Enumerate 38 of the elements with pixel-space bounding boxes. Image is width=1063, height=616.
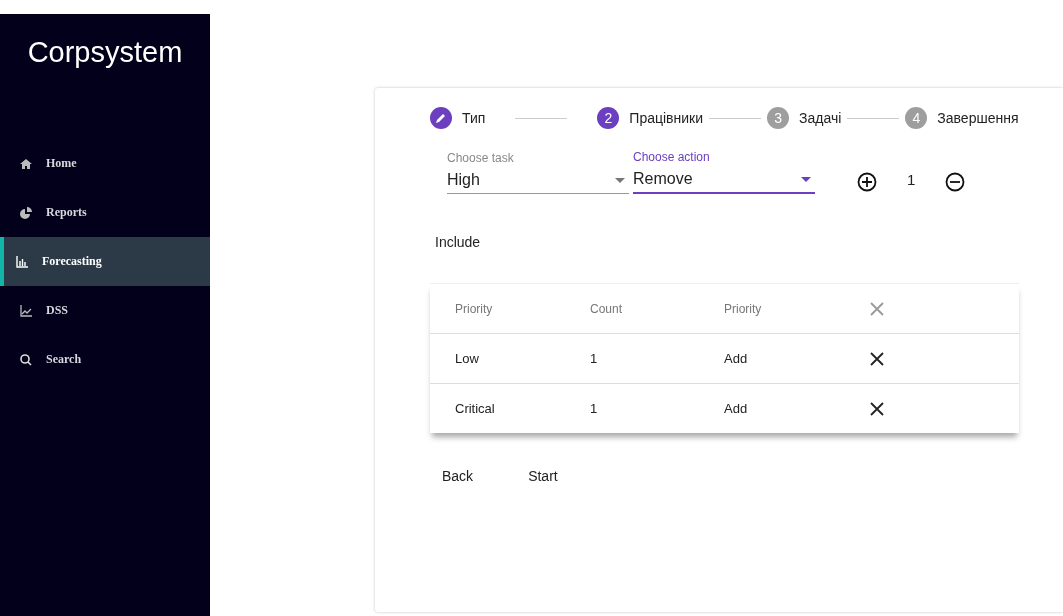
table-cell-text: Add xyxy=(724,351,749,366)
sidebar-item[interactable]: Forecasting xyxy=(0,237,210,286)
step[interactable]: 3 Задачі xyxy=(767,107,842,129)
back-button[interactable]: Back xyxy=(442,468,474,484)
add-button[interactable] xyxy=(855,170,879,194)
close-icon[interactable] xyxy=(870,351,884,366)
sidebar-item[interactable]: Reports xyxy=(0,188,210,237)
step[interactable]: 2 Працівники xyxy=(597,107,704,129)
table-cell-text: Add xyxy=(724,401,749,416)
select-field[interactable]: Choose action Remove xyxy=(633,150,815,194)
close-icon[interactable] xyxy=(870,401,884,416)
start-button[interactable]: Start xyxy=(528,468,558,484)
sidebar-item[interactable]: Search xyxy=(0,335,210,384)
line-chart-icon xyxy=(20,304,32,317)
step[interactable]: 4 Завершення xyxy=(905,107,1019,129)
table-cell-text: 1 xyxy=(590,401,599,416)
column-header: Priority xyxy=(724,301,763,316)
pie-chart-icon xyxy=(20,206,32,219)
house-icon xyxy=(20,157,32,170)
column-header: Priority xyxy=(455,301,494,316)
table-cell-text: Low xyxy=(455,351,480,366)
step-number: 3 xyxy=(767,107,790,129)
step-number: 4 xyxy=(905,107,928,129)
search-icon xyxy=(20,353,32,366)
bar-chart-icon xyxy=(16,255,28,268)
caret-icon xyxy=(615,177,625,183)
counter-value: 1 xyxy=(907,171,916,190)
column-header: Count xyxy=(590,301,624,316)
select-field[interactable]: Choose task High xyxy=(447,151,629,194)
table-cell-text: Critical xyxy=(455,401,496,416)
step-number: 2 xyxy=(597,107,620,129)
include-label: Include xyxy=(435,234,482,250)
caret-icon xyxy=(801,176,811,182)
table-cell-text: 1 xyxy=(590,351,599,366)
sidebar-item[interactable]: Home xyxy=(0,139,210,188)
sidebar-item[interactable]: DSS xyxy=(0,286,210,335)
step[interactable]: Тип xyxy=(430,107,486,129)
app-logo: Corpsystem xyxy=(26,35,184,70)
